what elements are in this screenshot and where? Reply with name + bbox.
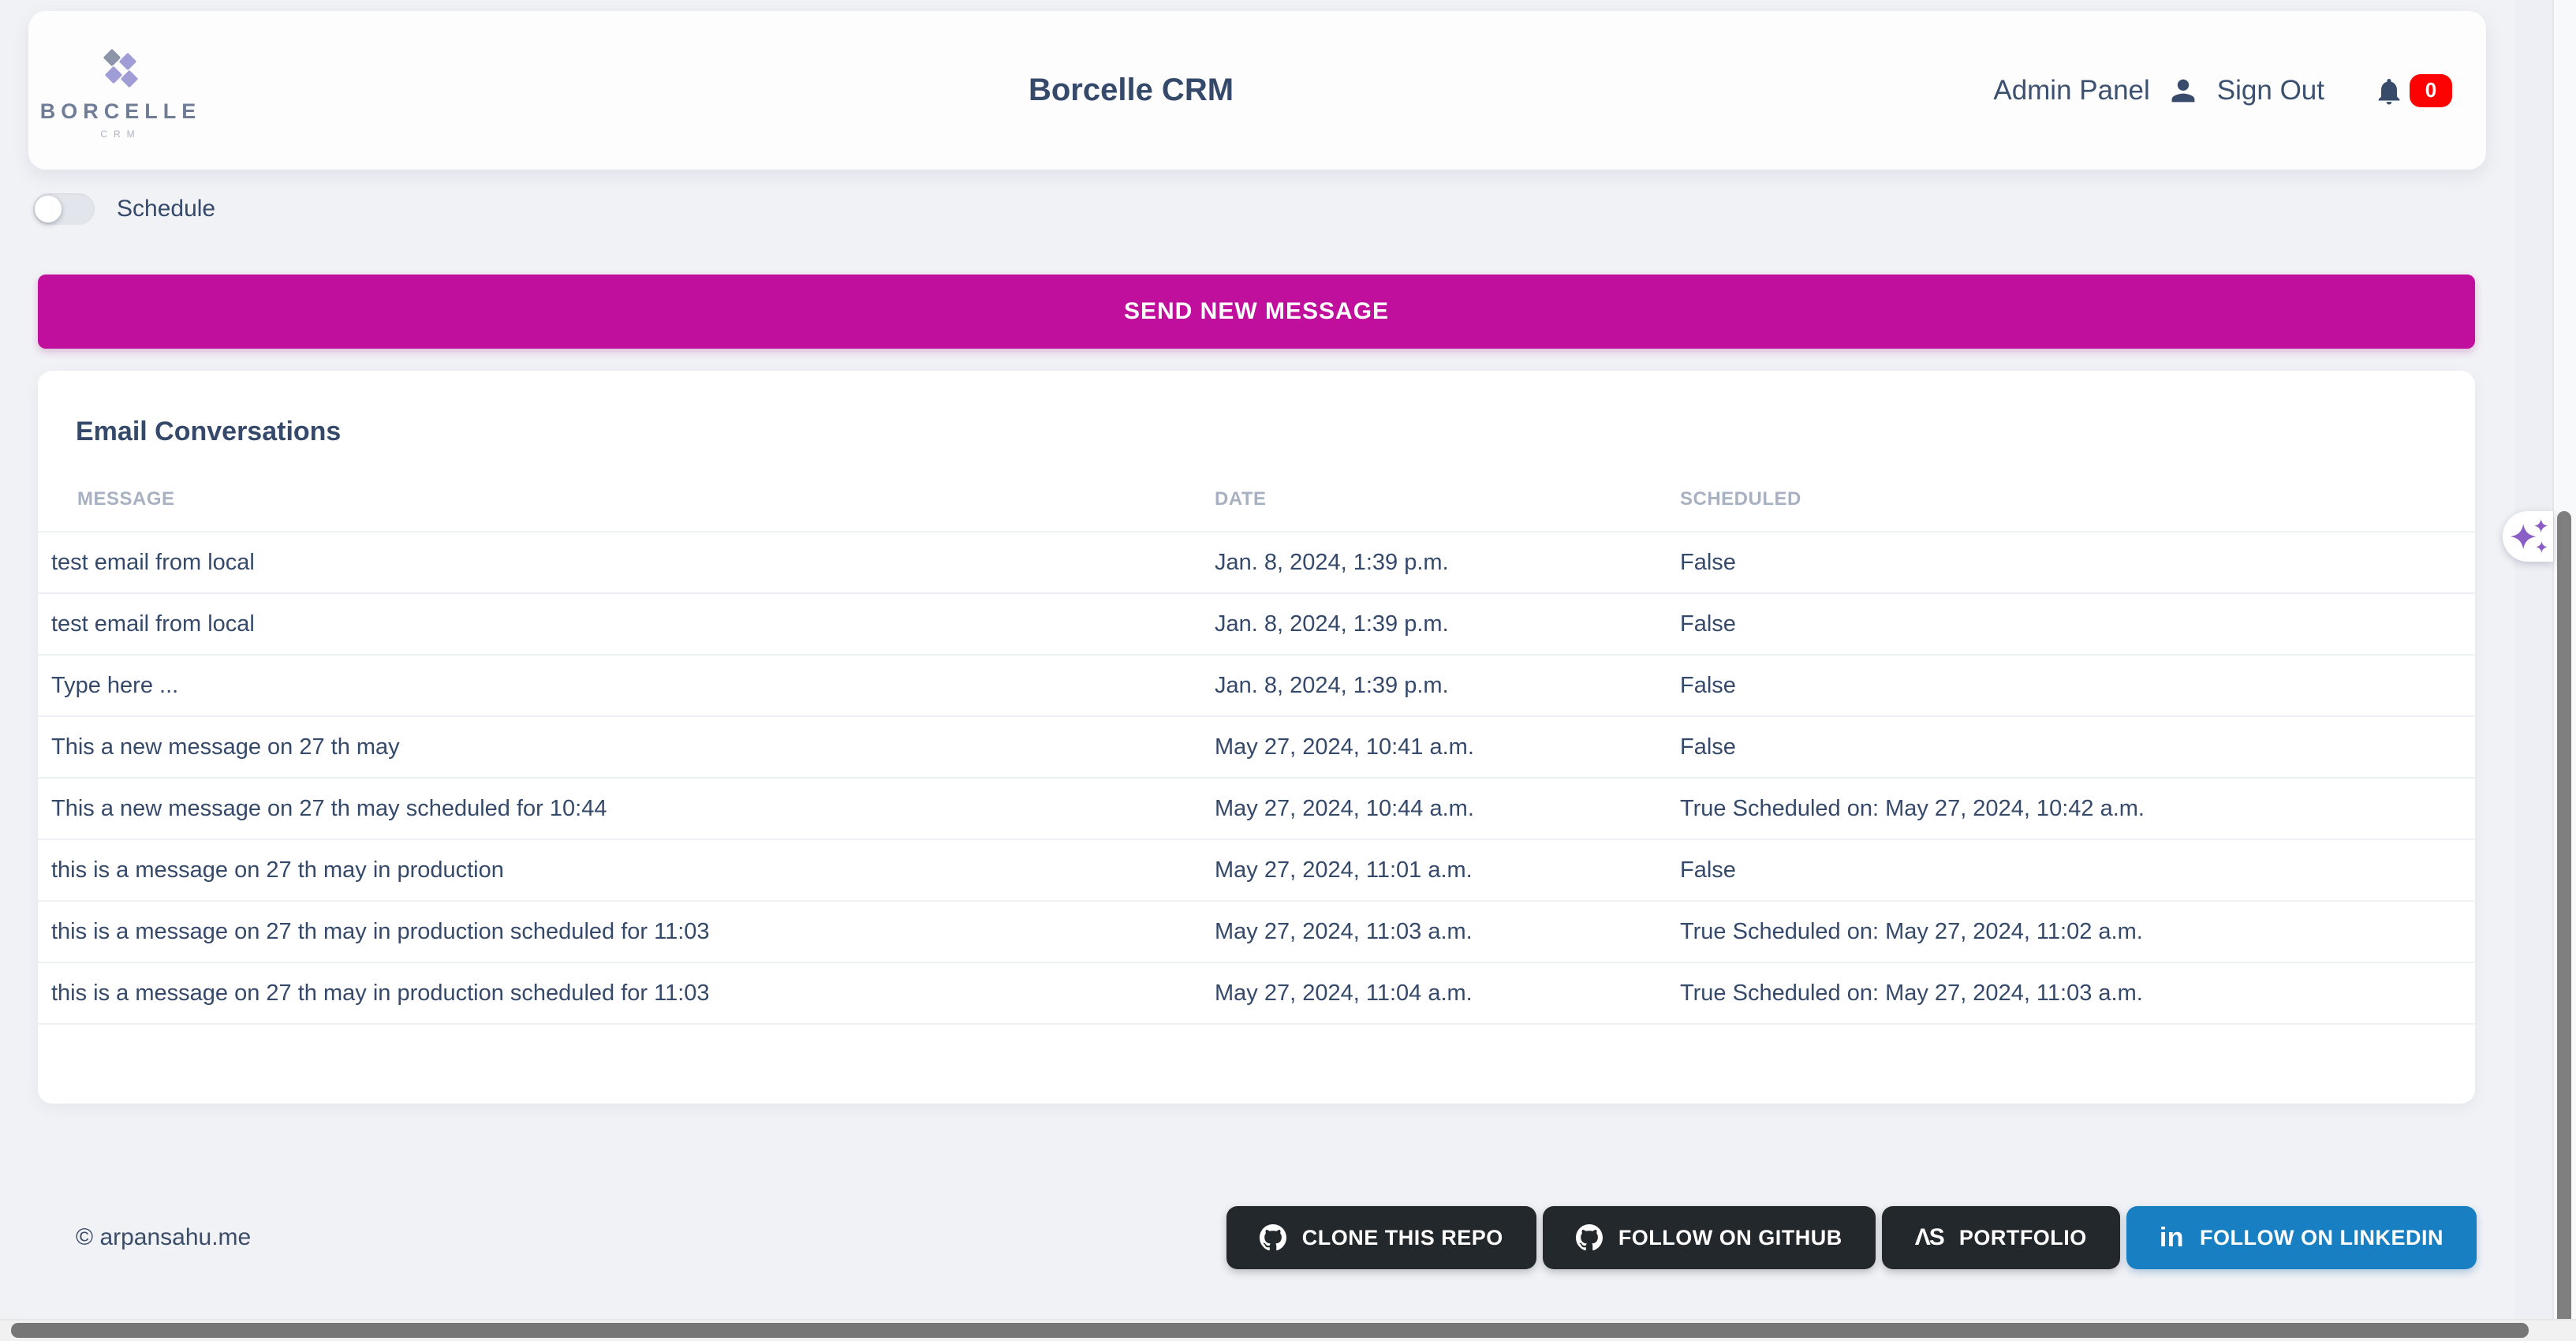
schedule-toggle[interactable] xyxy=(33,193,95,225)
sparkles-icon xyxy=(2506,514,2550,558)
sign-out-link[interactable]: Sign Out xyxy=(2217,75,2324,106)
conversations-card: Email Conversations MESSAGE DATE SCHEDUL… xyxy=(38,371,2475,1104)
page-title: Borcelle CRM xyxy=(1029,73,1234,108)
header-card: BORCELLE CRM Borcelle CRM Admin Panel Si… xyxy=(28,11,2486,170)
toggle-knob xyxy=(35,196,62,222)
github-icon xyxy=(1576,1224,1603,1251)
table-row: test email from local Jan. 8, 2024, 1:39… xyxy=(38,532,2475,593)
col-header-date: DATE xyxy=(1215,468,1680,532)
cell-message: this is a message on 27 th may in produc… xyxy=(38,962,1215,1024)
table-row: Type here ... Jan. 8, 2024, 1:39 p.m. Fa… xyxy=(38,655,2475,716)
notification-badge: 0 xyxy=(2410,74,2452,107)
linkedin-icon: in xyxy=(2160,1223,2184,1253)
cell-date: May 27, 2024, 11:03 a.m. xyxy=(1215,901,1680,962)
borcelle-logo: BORCELLE CRM xyxy=(28,41,213,140)
vertical-scrollbar-thumb[interactable] xyxy=(2557,511,2571,1335)
col-header-message: MESSAGE xyxy=(38,468,1215,532)
brand-name: BORCELLE xyxy=(40,99,202,124)
table-row: test email from local Jan. 8, 2024, 1:39… xyxy=(38,593,2475,655)
brand-sub: CRM xyxy=(100,129,140,140)
follow-linkedin-button[interactable]: in FOLLOW ON LINKEDIN xyxy=(2126,1206,2477,1269)
cell-message: Type here ... xyxy=(38,655,1215,716)
borcelle-logo-icon xyxy=(102,46,140,92)
copyright: © arpansahu.me xyxy=(38,1224,251,1251)
cell-scheduled: False xyxy=(1680,655,2475,716)
github-icon xyxy=(1260,1224,1286,1251)
horizontal-scrollbar-thumb[interactable] xyxy=(11,1323,2529,1338)
button-label: FOLLOW ON GITHUB xyxy=(1618,1226,1842,1250)
cell-scheduled: True Scheduled on: May 27, 2024, 10:42 a… xyxy=(1680,778,2475,839)
cell-scheduled: True Scheduled on: May 27, 2024, 11:02 a… xyxy=(1680,901,2475,962)
cell-date: May 27, 2024, 11:01 a.m. xyxy=(1215,839,1680,901)
table-row: This a new message on 27 th may May 27, … xyxy=(38,716,2475,778)
follow-github-button[interactable]: FOLLOW ON GITHUB xyxy=(1543,1206,1876,1269)
conversations-title: Email Conversations xyxy=(76,416,2475,447)
bell-icon[interactable] xyxy=(2373,73,2405,108)
cell-date: May 27, 2024, 10:41 a.m. xyxy=(1215,716,1680,778)
cell-message: this is a message on 27 th may in produc… xyxy=(38,901,1215,962)
cell-message: this is a message on 27 th may in produc… xyxy=(38,839,1215,901)
table-row: This a new message on 27 th may schedule… xyxy=(38,778,2475,839)
button-label: CLONE THIS REPO xyxy=(1302,1226,1503,1250)
cell-message: This a new message on 27 th may xyxy=(38,716,1215,778)
notifications: 0 xyxy=(2373,73,2452,108)
footer: © arpansahu.me CLONE THIS REPO FOLLOW ON… xyxy=(38,1206,2477,1269)
clone-repo-button[interactable]: CLONE THIS REPO xyxy=(1226,1206,1536,1269)
conversations-table-body: test email from local Jan. 8, 2024, 1:39… xyxy=(38,532,2475,1024)
cell-scheduled: False xyxy=(1680,532,2475,593)
content-viewport: BORCELLE CRM Borcelle CRM Admin Panel Si… xyxy=(0,0,2514,1341)
cell-message: This a new message on 27 th may schedule… xyxy=(38,778,1215,839)
send-new-message-button[interactable]: SEND NEW MESSAGE xyxy=(38,275,2475,349)
button-label: FOLLOW ON LINKEDIN xyxy=(2200,1226,2443,1250)
footer-buttons: CLONE THIS REPO FOLLOW ON GITHUB ΛS PORT… xyxy=(1226,1206,2477,1269)
conversations-table: MESSAGE DATE SCHEDULED test email from l… xyxy=(38,468,2475,1025)
cell-date: Jan. 8, 2024, 1:39 p.m. xyxy=(1215,532,1680,593)
table-row: this is a message on 27 th may in produc… xyxy=(38,962,2475,1024)
cell-scheduled: True Scheduled on: May 27, 2024, 11:03 a… xyxy=(1680,962,2475,1024)
cell-scheduled: False xyxy=(1680,839,2475,901)
table-row: this is a message on 27 th may in produc… xyxy=(38,839,2475,901)
cell-message: test email from local xyxy=(38,532,1215,593)
cell-date: Jan. 8, 2024, 1:39 p.m. xyxy=(1215,593,1680,655)
right-gutter xyxy=(2514,0,2552,1341)
cell-date: May 27, 2024, 10:44 a.m. xyxy=(1215,778,1680,839)
cell-date: May 27, 2024, 11:04 a.m. xyxy=(1215,962,1680,1024)
schedule-label: Schedule xyxy=(117,196,215,222)
portfolio-button[interactable]: ΛS PORTFOLIO xyxy=(1882,1206,2120,1269)
button-label: PORTFOLIO xyxy=(1959,1226,2087,1250)
schedule-row: Schedule xyxy=(33,193,2514,225)
cell-scheduled: False xyxy=(1680,716,2475,778)
header-nav: Admin Panel Sign Out 0 xyxy=(1993,73,2486,108)
table-row: this is a message on 27 th may in produc… xyxy=(38,901,2475,962)
cell-date: Jan. 8, 2024, 1:39 p.m. xyxy=(1215,655,1680,716)
as-logo-icon: ΛS xyxy=(1915,1224,1943,1251)
table-header-row: MESSAGE DATE SCHEDULED xyxy=(38,468,2475,532)
col-header-scheduled: SCHEDULED xyxy=(1680,468,2475,532)
cell-scheduled: False xyxy=(1680,593,2475,655)
page: BORCELLE CRM Borcelle CRM Admin Panel Si… xyxy=(0,0,2576,1341)
ai-assistant-button[interactable] xyxy=(2503,511,2553,562)
user-icon[interactable] xyxy=(2169,77,2197,105)
admin-panel-link[interactable]: Admin Panel xyxy=(1993,75,2149,106)
cell-message: test email from local xyxy=(38,593,1215,655)
